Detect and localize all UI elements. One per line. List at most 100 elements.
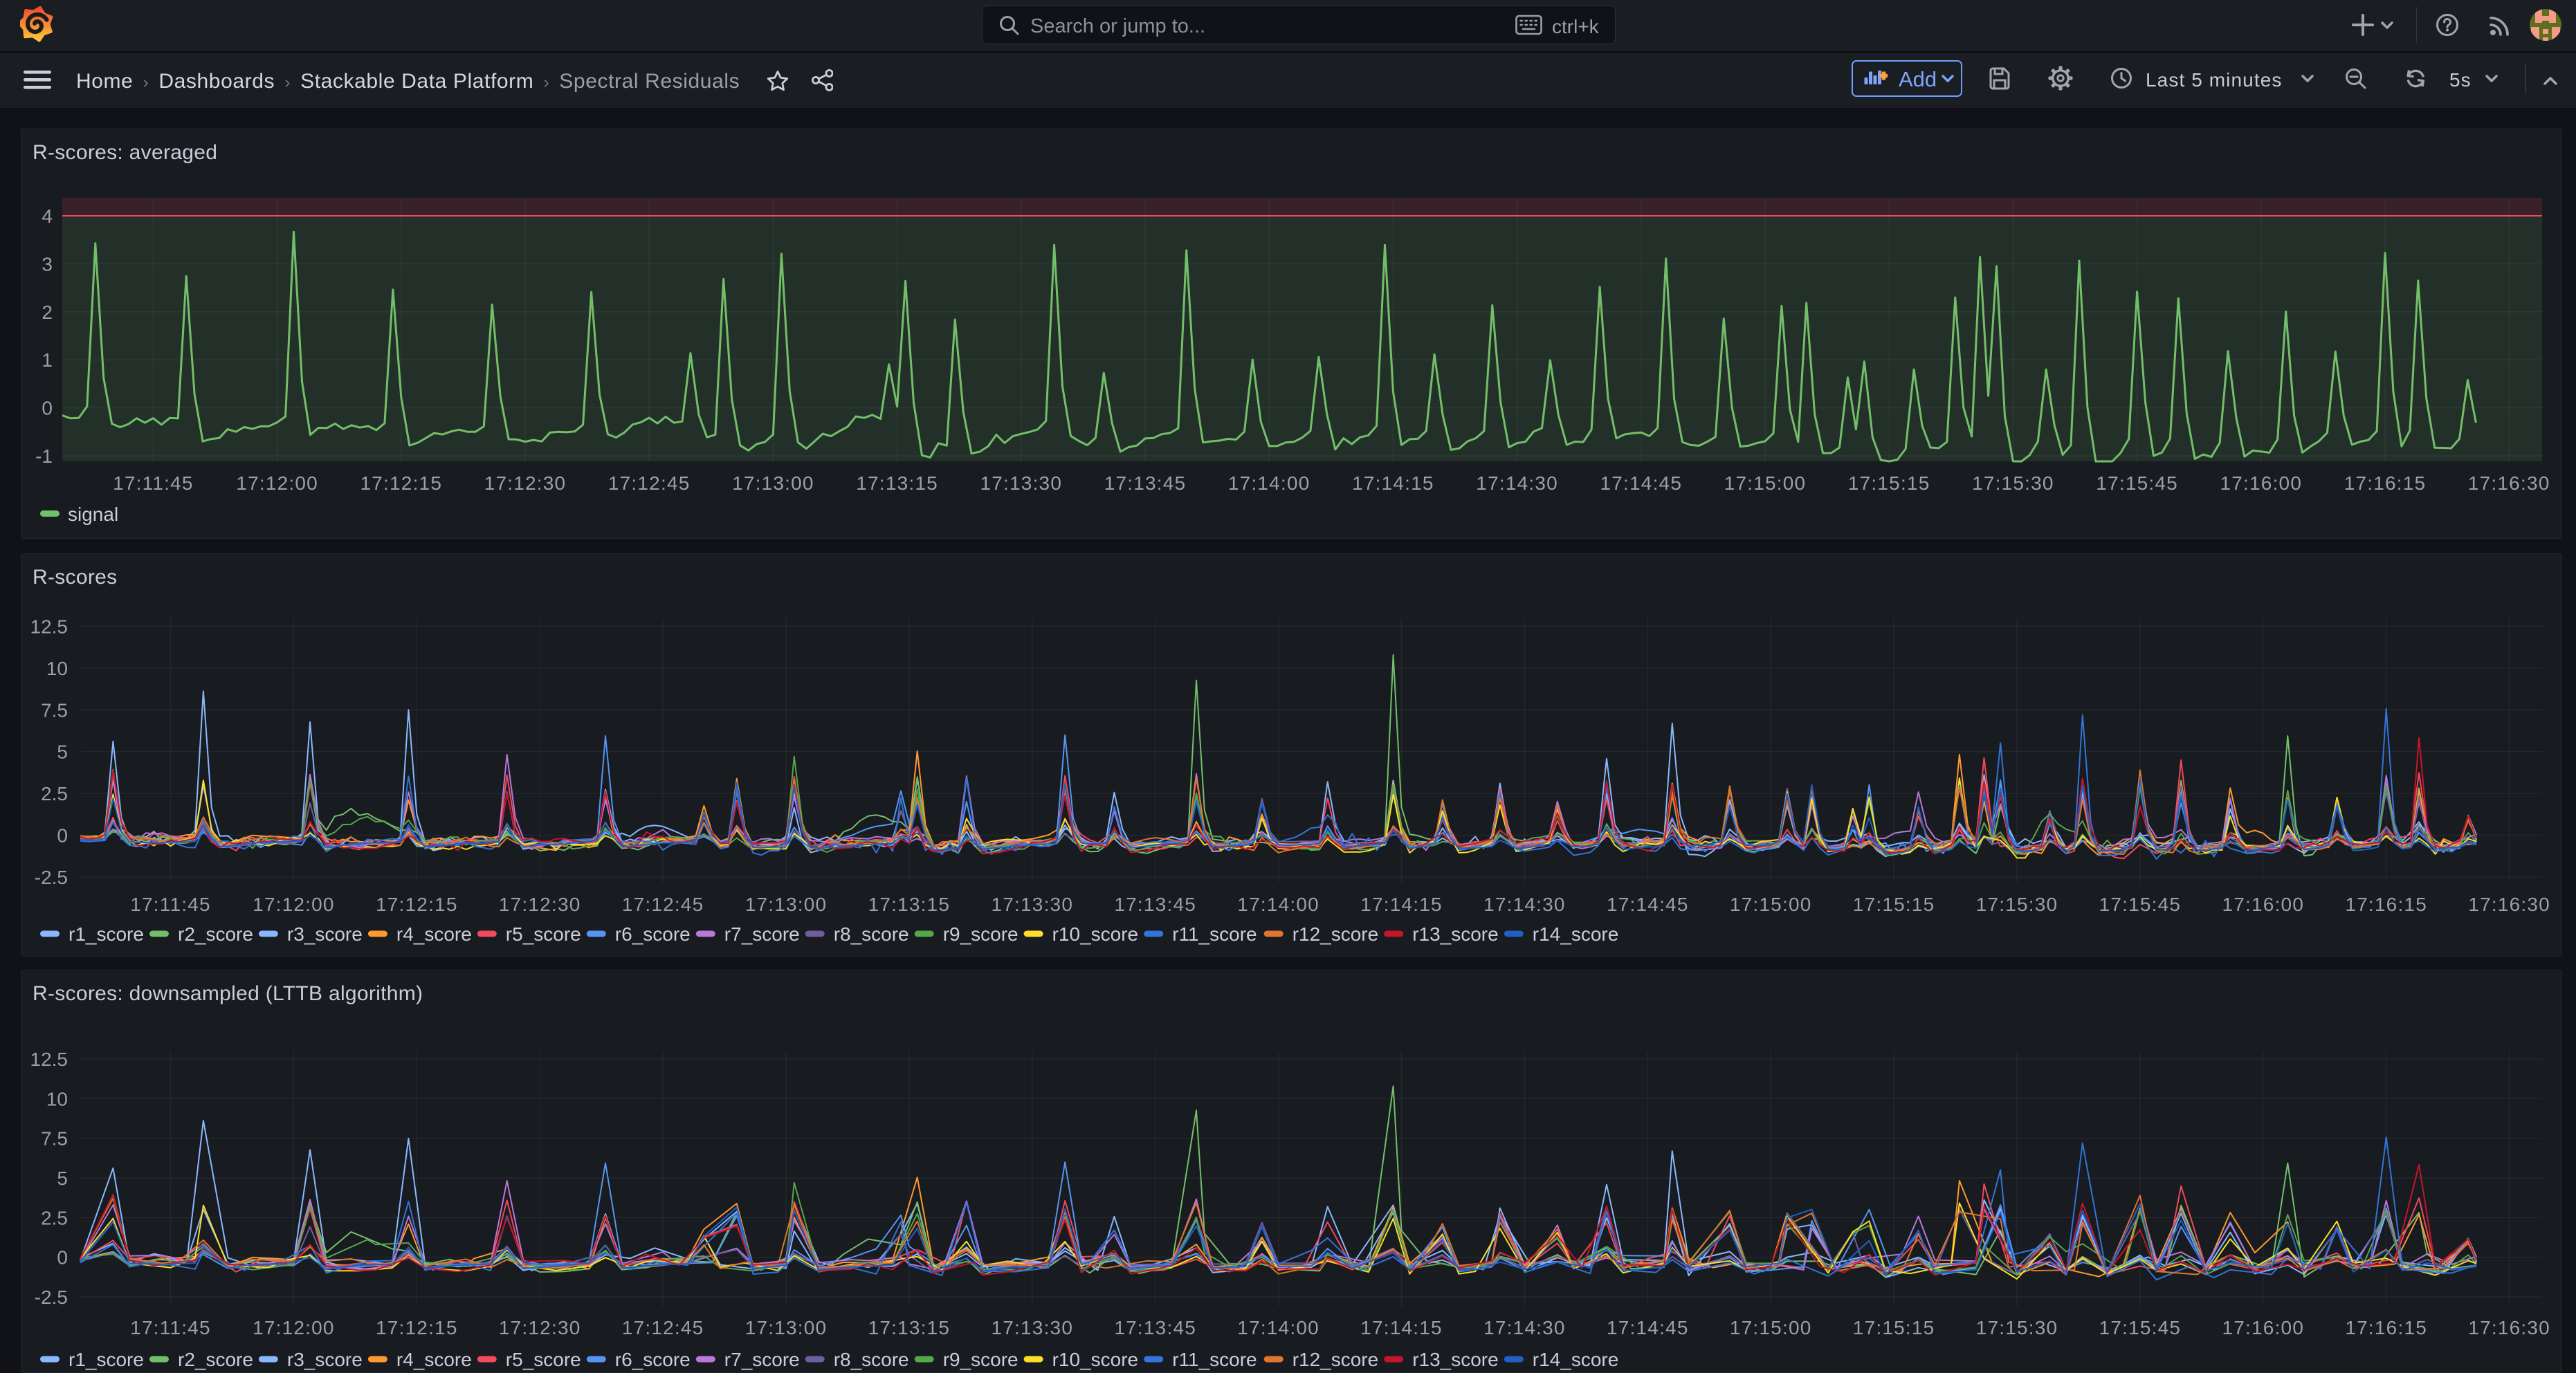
svg-text:17:13:15: 17:13:15	[868, 894, 951, 915]
svg-text:17:13:45: 17:13:45	[1104, 472, 1187, 494]
svg-text:signal: signal	[68, 504, 118, 525]
svg-text:-1: -1	[35, 445, 53, 467]
svg-text:17:13:15: 17:13:15	[856, 472, 938, 494]
svg-text:12.5: 12.5	[30, 1049, 68, 1070]
svg-text:5: 5	[57, 1168, 68, 1189]
svg-text:r3_score: r3_score	[287, 1349, 363, 1370]
svg-text:17:15:00: 17:15:00	[1730, 1317, 1812, 1338]
svg-text:4: 4	[42, 205, 53, 227]
svg-text:1: 1	[42, 349, 53, 371]
svg-text:17:12:00: 17:12:00	[253, 894, 335, 915]
svg-text:2: 2	[42, 302, 53, 323]
svg-text:r8_score: r8_score	[834, 923, 909, 945]
svg-text:r14_score: r14_score	[1533, 1349, 1619, 1370]
svg-text:r5_score: r5_score	[506, 1349, 581, 1370]
svg-text:17:15:15: 17:15:15	[1853, 1317, 1935, 1338]
svg-text:0: 0	[57, 825, 68, 847]
svg-text:2.5: 2.5	[41, 1207, 68, 1228]
svg-text:17:14:15: 17:14:15	[1360, 894, 1443, 915]
svg-text:7.5: 7.5	[41, 1128, 68, 1150]
svg-text:17:14:30: 17:14:30	[1476, 472, 1558, 494]
svg-text:17:15:30: 17:15:30	[1972, 472, 2054, 494]
svg-text:17:14:45: 17:14:45	[1600, 472, 1683, 494]
svg-text:r1_score: r1_score	[68, 923, 144, 945]
svg-text:r2_score: r2_score	[178, 923, 253, 945]
svg-text:r13_score: r13_score	[1412, 1349, 1499, 1370]
svg-text:17:12:30: 17:12:30	[499, 1317, 581, 1338]
svg-text:r10_score: r10_score	[1052, 1349, 1139, 1370]
svg-text:r10_score: r10_score	[1052, 923, 1139, 945]
svg-text:17:12:15: 17:12:15	[376, 1317, 458, 1338]
svg-text:17:11:45: 17:11:45	[130, 894, 211, 915]
svg-text:17:12:00: 17:12:00	[253, 1317, 335, 1338]
svg-text:r6_score: r6_score	[615, 923, 691, 945]
svg-text:r1_score: r1_score	[68, 1349, 144, 1370]
svg-text:17:16:00: 17:16:00	[2220, 472, 2303, 494]
svg-text:17:13:45: 17:13:45	[1114, 894, 1196, 915]
svg-text:10: 10	[46, 1088, 68, 1109]
svg-text:r7_score: r7_score	[724, 923, 800, 945]
svg-text:10: 10	[46, 658, 68, 679]
svg-text:r6_score: r6_score	[615, 1349, 691, 1370]
svg-text:17:15:00: 17:15:00	[1724, 472, 1807, 494]
svg-text:17:12:45: 17:12:45	[622, 1317, 704, 1338]
svg-text:r5_score: r5_score	[506, 923, 581, 945]
svg-text:2.5: 2.5	[41, 783, 68, 804]
svg-text:17:14:30: 17:14:30	[1483, 894, 1566, 915]
svg-text:17:13:30: 17:13:30	[992, 1317, 1074, 1338]
svg-text:17:12:45: 17:12:45	[622, 894, 704, 915]
svg-text:r7_score: r7_score	[724, 1349, 800, 1370]
svg-text:0: 0	[57, 1247, 68, 1269]
svg-text:17:16:30: 17:16:30	[2468, 472, 2550, 494]
svg-text:5: 5	[57, 741, 68, 763]
svg-text:r9_score: r9_score	[943, 1349, 1018, 1370]
svg-text:r3_score: r3_score	[287, 923, 363, 945]
svg-text:17:12:30: 17:12:30	[499, 894, 581, 915]
svg-text:17:16:30: 17:16:30	[2468, 1317, 2550, 1338]
svg-text:17:12:00: 17:12:00	[236, 472, 318, 494]
svg-text:17:15:45: 17:15:45	[2096, 472, 2178, 494]
svg-text:17:14:15: 17:14:15	[1360, 1317, 1443, 1338]
svg-text:3: 3	[42, 253, 53, 275]
svg-text:r11_score: r11_score	[1172, 923, 1257, 945]
svg-text:r12_score: r12_score	[1292, 1349, 1379, 1370]
svg-text:17:16:30: 17:16:30	[2468, 894, 2550, 915]
svg-text:17:12:45: 17:12:45	[608, 472, 691, 494]
svg-text:r2_score: r2_score	[178, 1349, 253, 1370]
svg-text:r9_score: r9_score	[943, 923, 1018, 945]
svg-text:17:16:15: 17:16:15	[2345, 1317, 2427, 1338]
svg-text:17:16:15: 17:16:15	[2344, 472, 2427, 494]
svg-text:17:15:30: 17:15:30	[1976, 894, 2058, 915]
svg-text:17:12:15: 17:12:15	[376, 894, 458, 915]
svg-text:7.5: 7.5	[41, 699, 68, 721]
svg-text:17:13:15: 17:13:15	[868, 1317, 951, 1338]
svg-text:17:11:45: 17:11:45	[113, 472, 194, 494]
svg-text:17:13:30: 17:13:30	[992, 894, 1074, 915]
svg-text:17:12:15: 17:12:15	[360, 472, 443, 494]
svg-text:r11_score: r11_score	[1172, 1349, 1257, 1370]
svg-text:17:14:00: 17:14:00	[1228, 472, 1310, 494]
svg-text:r13_score: r13_score	[1412, 923, 1499, 945]
svg-text:17:11:45: 17:11:45	[130, 1317, 211, 1338]
svg-text:12.5: 12.5	[30, 616, 68, 638]
svg-text:0: 0	[42, 398, 53, 419]
svg-text:r4_score: r4_score	[396, 923, 472, 945]
svg-text:17:13:30: 17:13:30	[980, 472, 1063, 494]
svg-text:17:14:30: 17:14:30	[1483, 1317, 1566, 1338]
svg-text:17:13:45: 17:13:45	[1114, 1317, 1196, 1338]
svg-text:17:13:00: 17:13:00	[732, 472, 814, 494]
svg-text:17:12:30: 17:12:30	[484, 472, 567, 494]
svg-text:r4_score: r4_score	[396, 1349, 472, 1370]
svg-text:17:15:15: 17:15:15	[1848, 472, 1930, 494]
svg-text:17:15:45: 17:15:45	[2099, 894, 2182, 915]
svg-text:-2.5: -2.5	[35, 1287, 68, 1308]
svg-text:17:13:00: 17:13:00	[745, 894, 828, 915]
svg-text:17:14:45: 17:14:45	[1607, 894, 1689, 915]
svg-text:17:15:15: 17:15:15	[1853, 894, 1935, 915]
svg-text:17:15:45: 17:15:45	[2099, 1317, 2182, 1338]
svg-text:r14_score: r14_score	[1533, 923, 1619, 945]
svg-text:-2.5: -2.5	[35, 867, 68, 888]
svg-text:17:14:45: 17:14:45	[1607, 1317, 1689, 1338]
svg-text:r12_score: r12_score	[1292, 923, 1379, 945]
svg-text:17:14:00: 17:14:00	[1237, 894, 1319, 915]
